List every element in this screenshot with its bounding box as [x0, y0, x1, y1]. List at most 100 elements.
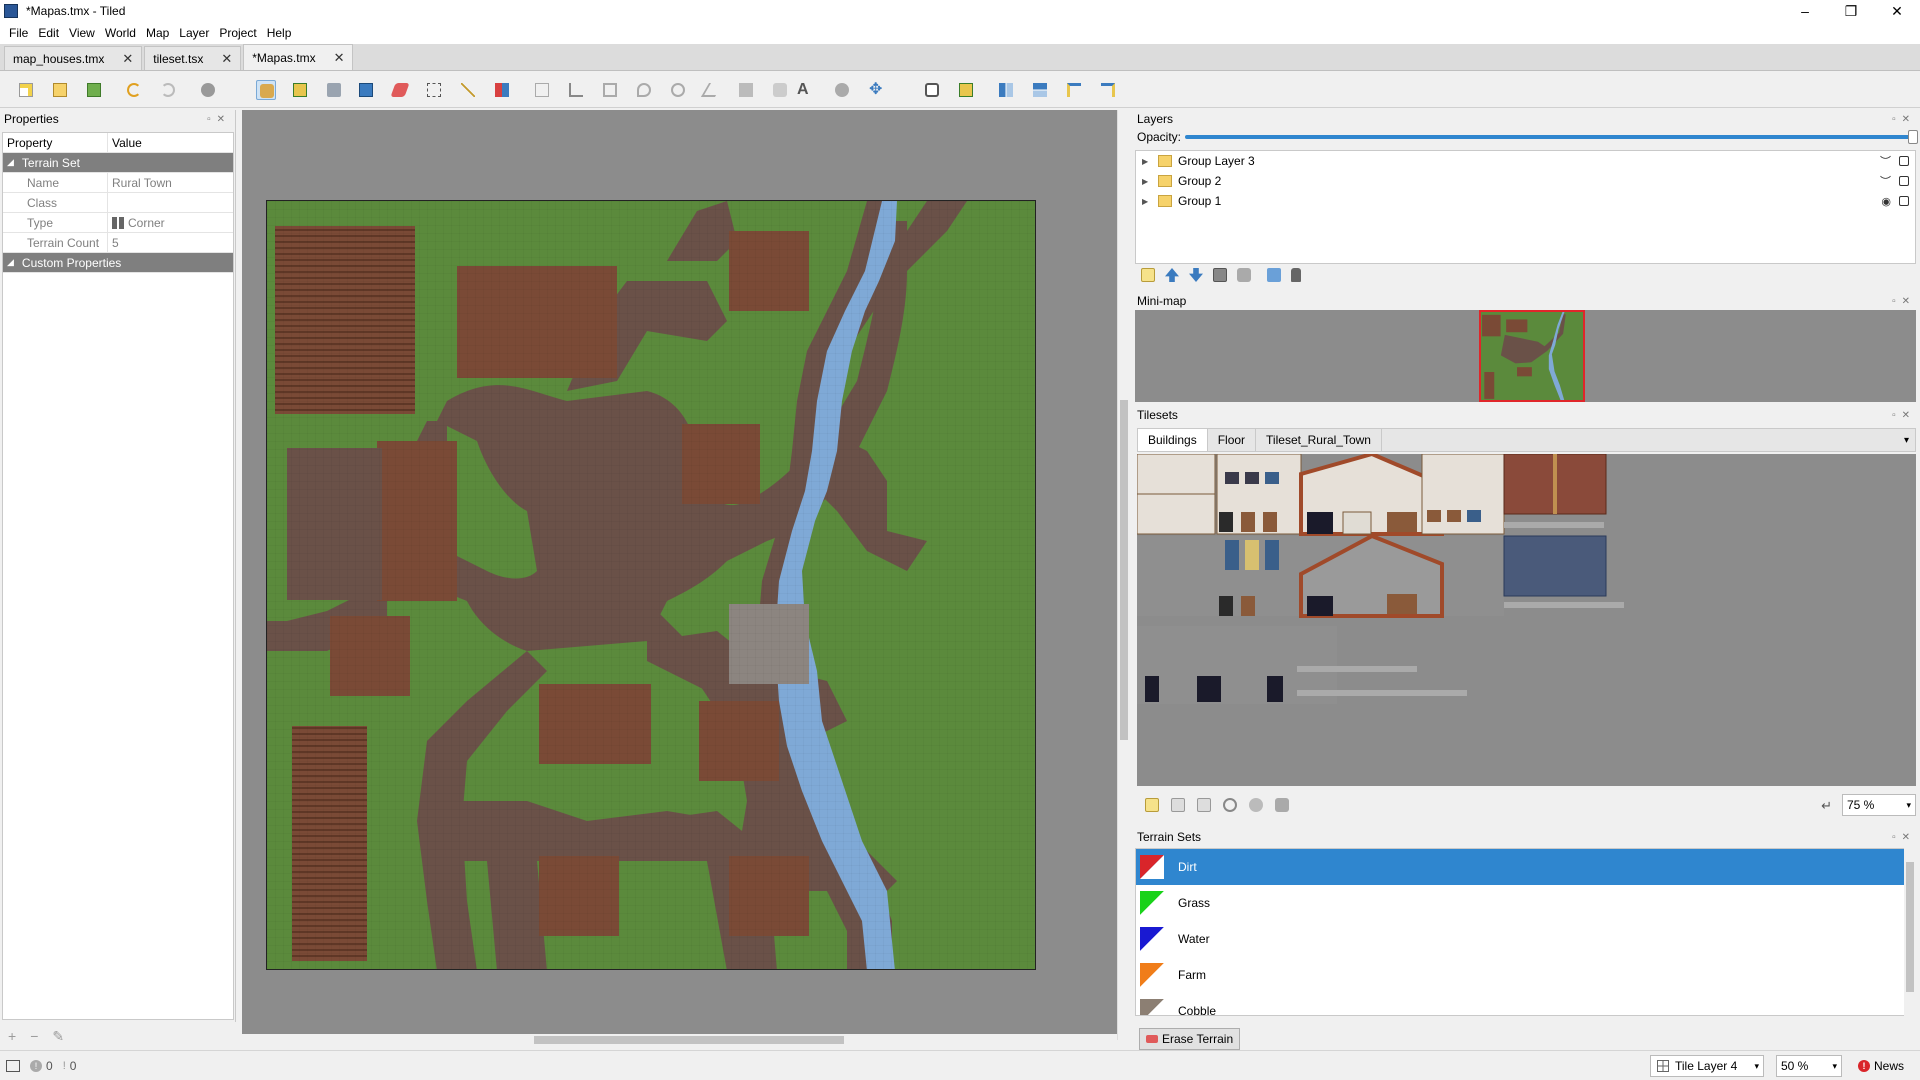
close-button[interactable]: ✕ [1874, 0, 1920, 22]
tileset-tab-rural-town[interactable]: Tileset_Rural_Town [1256, 429, 1382, 451]
insert-text-icon[interactable]: A [794, 80, 814, 100]
map-horizontal-scrollbar[interactable] [242, 1034, 1117, 1047]
custom-properties-group[interactable]: ◢ Custom Properties [3, 253, 233, 273]
dock-buttons[interactable]: ▫✕ [1892, 832, 1916, 843]
opacity-slider[interactable] [1185, 130, 1918, 144]
rotate-left-icon[interactable] [1064, 80, 1084, 100]
layer-item[interactable]: ▶ Group 1 ◉ [1136, 191, 1915, 211]
lock-icon[interactable] [1899, 176, 1909, 186]
close-tab-icon[interactable]: ✕ [221, 51, 232, 67]
terrain-item-dirt[interactable]: Dirt [1136, 849, 1904, 885]
property-row-name[interactable]: Name Rural Town [3, 173, 233, 193]
expand-arrow-icon[interactable]: ▶ [1142, 197, 1152, 206]
tab-map-houses[interactable]: map_houses.tmx ✕ [4, 46, 143, 70]
terrain-item-farm[interactable]: Farm [1136, 957, 1904, 993]
erase-terrain-button[interactable]: Erase Terrain [1139, 1028, 1241, 1050]
property-row-terrain-count[interactable]: Terrain Count 5 [3, 233, 233, 253]
scroll-thumb[interactable] [1120, 400, 1128, 740]
terrain-list-scrollbar[interactable] [1904, 848, 1916, 1016]
select-same-tile-icon[interactable] [492, 80, 512, 100]
lock-icon[interactable] [1899, 156, 1909, 166]
dynamic-wrap-icon[interactable]: ↵ [1821, 798, 1832, 814]
tile-map[interactable] [266, 200, 1036, 970]
terrain-item-cobble[interactable]: Cobble [1136, 993, 1904, 1015]
tileset-tab-floor[interactable]: Floor [1208, 429, 1257, 451]
minimap-viewport[interactable] [1479, 310, 1585, 402]
tileset-menu-chevron-icon[interactable]: ▾ [1898, 429, 1915, 451]
expand-arrow-icon[interactable]: ▶ [1142, 157, 1152, 166]
terrain-item-grass[interactable]: Grass [1136, 885, 1904, 921]
console-icon[interactable] [6, 1060, 20, 1072]
property-value[interactable]: 5 [108, 236, 119, 250]
new-layer-icon[interactable] [1141, 268, 1155, 282]
maximize-button[interactable]: ❐ [1828, 0, 1874, 22]
close-tab-icon[interactable]: ✕ [122, 51, 133, 67]
menu-project[interactable]: Project [214, 26, 261, 40]
scroll-thumb[interactable] [534, 1036, 844, 1044]
flip-horizontal-icon[interactable] [996, 80, 1016, 100]
undo-icon[interactable] [124, 80, 144, 100]
expand-arrow-icon[interactable]: ▶ [1142, 177, 1152, 186]
news-button[interactable]: ! News [1858, 1059, 1904, 1073]
property-row-class[interactable]: Class [3, 193, 233, 213]
new-tileset-icon[interactable] [1145, 798, 1159, 812]
lock-layer-icon[interactable] [1291, 268, 1301, 282]
layer-item[interactable]: ▶ Group 2 ︶ [1136, 171, 1915, 191]
remove-property-icon[interactable]: − [30, 1028, 38, 1045]
insert-template-icon[interactable] [770, 80, 790, 100]
visibility-eye-icon[interactable]: ◉ [1881, 195, 1891, 208]
menu-view[interactable]: View [64, 26, 100, 40]
terrain-brush-icon[interactable] [290, 80, 310, 100]
dock-buttons[interactable]: ▫✕ [1892, 296, 1916, 307]
close-tab-icon[interactable]: ✕ [334, 50, 345, 66]
lower-layer-icon[interactable] [1189, 268, 1203, 282]
insert-polygon-icon[interactable] [700, 80, 724, 100]
opacity-slider-handle[interactable] [1908, 130, 1918, 144]
dock-buttons[interactable]: ▫✕ [1892, 410, 1916, 421]
move-map-icon[interactable]: ✥ [866, 80, 886, 100]
edit-tileset-icon[interactable] [1223, 798, 1237, 812]
wang-fill-icon[interactable] [956, 80, 976, 100]
property-value[interactable]: Rural Town [108, 176, 172, 190]
terrain-item-water[interactable]: Water [1136, 921, 1904, 957]
redo-icon[interactable] [158, 80, 178, 100]
current-layer-select[interactable]: Tile Layer 4 ▾ [1650, 1055, 1764, 1077]
edit-polygons-icon[interactable] [566, 80, 586, 100]
tab-tileset[interactable]: tileset.tsx ✕ [144, 46, 242, 70]
insert-rectangle-icon[interactable] [600, 80, 620, 100]
dock-buttons[interactable]: ▫✕ [207, 114, 231, 125]
menu-help[interactable]: Help [262, 26, 297, 40]
stamp-brush-icon[interactable] [256, 80, 276, 100]
shape-fill-icon[interactable] [356, 80, 376, 100]
tileset-zoom-select[interactable]: 75 % ▾ [1842, 794, 1916, 816]
insert-point-icon[interactable] [634, 80, 654, 100]
raise-layer-icon[interactable] [1165, 268, 1179, 282]
visibility-hidden-icon[interactable]: ︶ [1880, 153, 1891, 169]
flip-vertical-icon[interactable] [1030, 80, 1050, 100]
show-hide-others-icon[interactable] [1267, 268, 1281, 282]
minimap-view[interactable] [1135, 310, 1916, 402]
scroll-thumb[interactable] [1906, 862, 1914, 992]
open-file-icon[interactable] [50, 80, 70, 100]
commands-icon[interactable] [198, 80, 228, 100]
menu-file[interactable]: File [4, 26, 33, 40]
bucket-fill-icon[interactable] [324, 80, 344, 100]
menu-edit[interactable]: Edit [33, 26, 64, 40]
layer-item[interactable]: ▶ Group Layer 3 ︶ [1136, 151, 1915, 171]
rename-property-icon[interactable]: ✎ [52, 1028, 64, 1045]
magic-wand-icon[interactable] [458, 80, 478, 100]
tab-mapas[interactable]: *Mapas.tmx ✕ [243, 44, 354, 70]
warning-count[interactable]: ! 0 [63, 1059, 77, 1073]
terrain-set-group[interactable]: ◢ Terrain Set [3, 153, 233, 173]
menu-map[interactable]: Map [141, 26, 174, 40]
property-value[interactable]: Corner [108, 216, 165, 230]
insert-ellipse-icon[interactable] [668, 80, 688, 100]
menu-world[interactable]: World [100, 26, 141, 40]
map-zoom-select[interactable]: 50 % ▾ [1776, 1055, 1842, 1077]
add-property-icon[interactable]: + [8, 1028, 16, 1045]
rectangular-select-icon[interactable] [424, 80, 444, 100]
visibility-hidden-icon[interactable]: ︶ [1880, 173, 1891, 189]
insert-tile-icon[interactable] [736, 80, 756, 100]
new-file-icon[interactable] [16, 80, 36, 100]
map-canvas[interactable] [242, 110, 1117, 1040]
